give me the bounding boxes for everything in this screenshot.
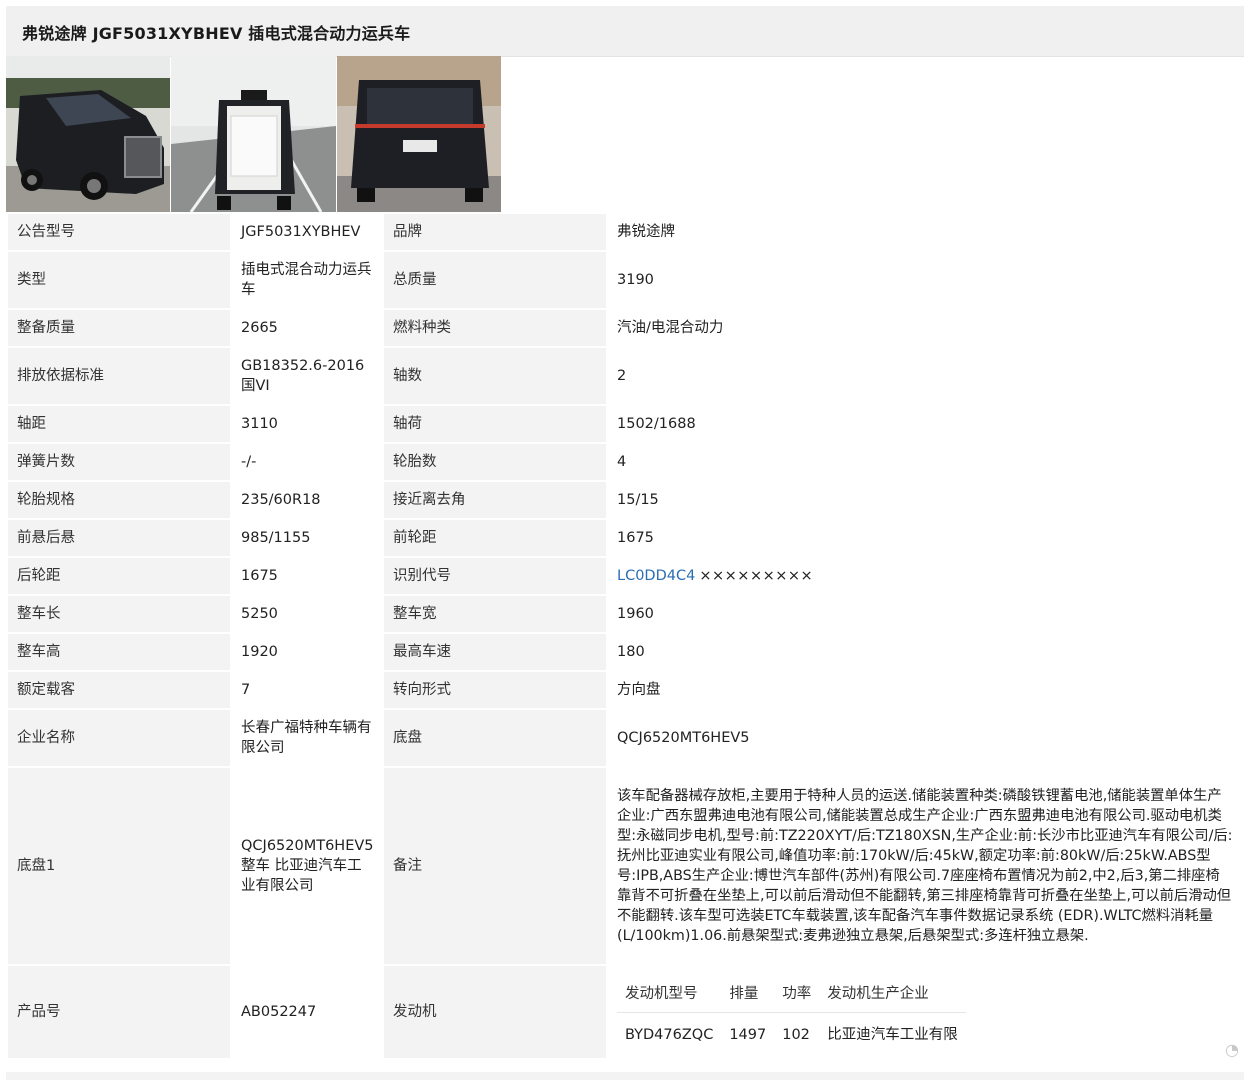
value-axle-load: 1502/1688 [608, 406, 1242, 442]
van-front-three-quarter-photo[interactable] [6, 56, 171, 212]
table-row: 底盘1 QCJ6520MT6HEV5 整车 比亚迪汽车工业有限公司 备注 该车配… [8, 768, 1242, 964]
value-notes: 该车配备器械存放柜,主要用于特种人员的运送.储能装置种类:磷酸铁锂蓄电池,储能装… [608, 768, 1242, 964]
label-brand: 品牌 [384, 214, 606, 250]
value-vin: LC0DD4C4 ××××××××× [608, 558, 1242, 594]
engine-data-row: BYD476ZQC 1497 102 比亚迪汽车工业有限 [617, 1012, 966, 1051]
label-fuel: 燃料种类 [384, 310, 606, 346]
label-width: 整车宽 [384, 596, 606, 632]
label-top-speed: 最高车速 [384, 634, 606, 670]
label-emission: 排放依据标准 [8, 348, 230, 404]
engine-model: BYD476ZQC [625, 1026, 714, 1043]
table-row: 轴距 3110 轴荷 1502/1688 [8, 406, 1242, 442]
label-product-no: 产品号 [8, 966, 230, 1058]
label-vin: 识别代号 [384, 558, 606, 594]
table-row: 公告型号 JGF5031XYBHEV 品牌 弗锐途牌 [8, 214, 1242, 250]
table-row: 类型 插电式混合动力运兵车 总质量 3190 [8, 252, 1242, 308]
label-chassis: 底盘 [384, 710, 606, 766]
engine-maker: 比亚迪汽车工业有限 [827, 1026, 958, 1043]
value-fuel: 汽油/电混合动力 [608, 310, 1242, 346]
label-tire-spec: 轮胎规格 [8, 482, 230, 518]
engine-header-power: 功率 [774, 977, 820, 1013]
table-row: 轮胎规格 235/60R18 接近离去角 15/15 [8, 482, 1242, 518]
value-product-no: AB052247 [232, 966, 382, 1058]
van-rear-open-door-photo[interactable] [171, 56, 336, 212]
value-chassis: QCJ6520MT6HEV5 [608, 710, 1242, 766]
label-seats: 额定载客 [8, 672, 230, 708]
value-springs: -/- [232, 444, 382, 480]
value-curb-mass: 2665 [232, 310, 382, 346]
value-tire-spec: 235/60R18 [232, 482, 382, 518]
title-bar: 弗锐途牌 JGF5031XYBHEV 插电式混合动力运兵车 [6, 6, 1244, 57]
engine-table: 发动机型号 排量 功率 发动机生产企业 BYD476ZQC 1497 102 比… [617, 977, 966, 1051]
vin-link[interactable]: LC0DD4C4 [617, 568, 695, 584]
label-angles: 接近离去角 [384, 482, 606, 518]
value-seats: 7 [232, 672, 382, 708]
value-brand: 弗锐途牌 [608, 214, 1242, 250]
engine-header-row: 发动机型号 排量 功率 发动机生产企业 [617, 977, 966, 1013]
value-axles: 2 [608, 348, 1242, 404]
label-type: 类型 [8, 252, 230, 308]
engine-header-model: 发动机型号 [617, 977, 722, 1013]
label-company: 企业名称 [8, 710, 230, 766]
value-emission: GB18352.6-2016国VI [232, 348, 382, 404]
value-wheelbase: 3110 [232, 406, 382, 442]
page: 弗锐途牌 JGF5031XYBHEV 插电式混合动力运兵车 公告型号 JGF50… [0, 0, 1250, 1080]
value-type: 插电式混合动力运兵车 [232, 252, 382, 308]
watermark-fade [970, 1026, 1240, 1058]
photo-strip [6, 56, 502, 212]
label-steering: 转向形式 [384, 672, 606, 708]
table-row: 整备质量 2665 燃料种类 汽油/电混合动力 [8, 310, 1242, 346]
spec-table: 公告型号 JGF5031XYBHEV 品牌 弗锐途牌 类型 插电式混合动力运兵车… [6, 212, 1244, 1060]
label-rear-track: 后轮距 [8, 558, 230, 594]
label-curb-mass: 整备质量 [8, 310, 230, 346]
value-width: 1960 [608, 596, 1242, 632]
table-row: 前悬后悬 985/1155 前轮距 1675 [8, 520, 1242, 556]
table-row: 弹簧片数 -/- 轮胎数 4 [8, 444, 1242, 480]
engine-header-maker: 发动机生产企业 [819, 977, 966, 1013]
engine-power: 102 [782, 1026, 810, 1043]
engine-displacement: 1497 [729, 1026, 767, 1043]
label-tires-count: 轮胎数 [384, 444, 606, 480]
van-rear-view-photo[interactable] [336, 56, 501, 212]
label-axle-load: 轴荷 [384, 406, 606, 442]
value-model: JGF5031XYBHEV [232, 214, 382, 250]
table-row: 后轮距 1675 识别代号 LC0DD4C4 ××××××××× [8, 558, 1242, 594]
label-front-track: 前轮距 [384, 520, 606, 556]
weibo-watermark-icon: ◔ [1225, 1040, 1239, 1059]
value-rear-track: 1675 [232, 558, 382, 594]
label-chassis1: 底盘1 [8, 768, 230, 964]
table-row: 排放依据标准 GB18352.6-2016国VI 轴数 2 [8, 348, 1242, 404]
label-height: 整车高 [8, 634, 230, 670]
engine-header-displacement: 排量 [721, 977, 775, 1013]
label-length: 整车长 [8, 596, 230, 632]
table-row: 整车高 1920 最高车速 180 [8, 634, 1242, 670]
value-overhang: 985/1155 [232, 520, 382, 556]
label-springs: 弹簧片数 [8, 444, 230, 480]
table-row: 额定载客 7 转向形式 方向盘 [8, 672, 1242, 708]
bottom-divider [6, 1072, 1244, 1080]
label-wheelbase: 轴距 [8, 406, 230, 442]
value-company: 长春广福特种车辆有限公司 [232, 710, 382, 766]
value-top-speed: 180 [608, 634, 1242, 670]
label-gross-mass: 总质量 [384, 252, 606, 308]
label-engine: 发动机 [384, 966, 606, 1058]
value-front-track: 1675 [608, 520, 1242, 556]
label-notes: 备注 [384, 768, 606, 964]
table-row: 整车长 5250 整车宽 1960 [8, 596, 1242, 632]
value-length: 5250 [232, 596, 382, 632]
table-row: 企业名称 长春广福特种车辆有限公司 底盘 QCJ6520MT6HEV5 [8, 710, 1242, 766]
page-title: 弗锐途牌 JGF5031XYBHEV 插电式混合动力运兵车 [22, 24, 411, 43]
value-chassis1: QCJ6520MT6HEV5 整车 比亚迪汽车工业有限公司 [232, 768, 382, 964]
label-overhang: 前悬后悬 [8, 520, 230, 556]
value-height: 1920 [232, 634, 382, 670]
vin-mask: ××××××××× [699, 568, 814, 584]
label-axles: 轴数 [384, 348, 606, 404]
label-model: 公告型号 [8, 214, 230, 250]
value-angles: 15/15 [608, 482, 1242, 518]
value-gross-mass: 3190 [608, 252, 1242, 308]
value-tires-count: 4 [608, 444, 1242, 480]
value-steering: 方向盘 [608, 672, 1242, 708]
